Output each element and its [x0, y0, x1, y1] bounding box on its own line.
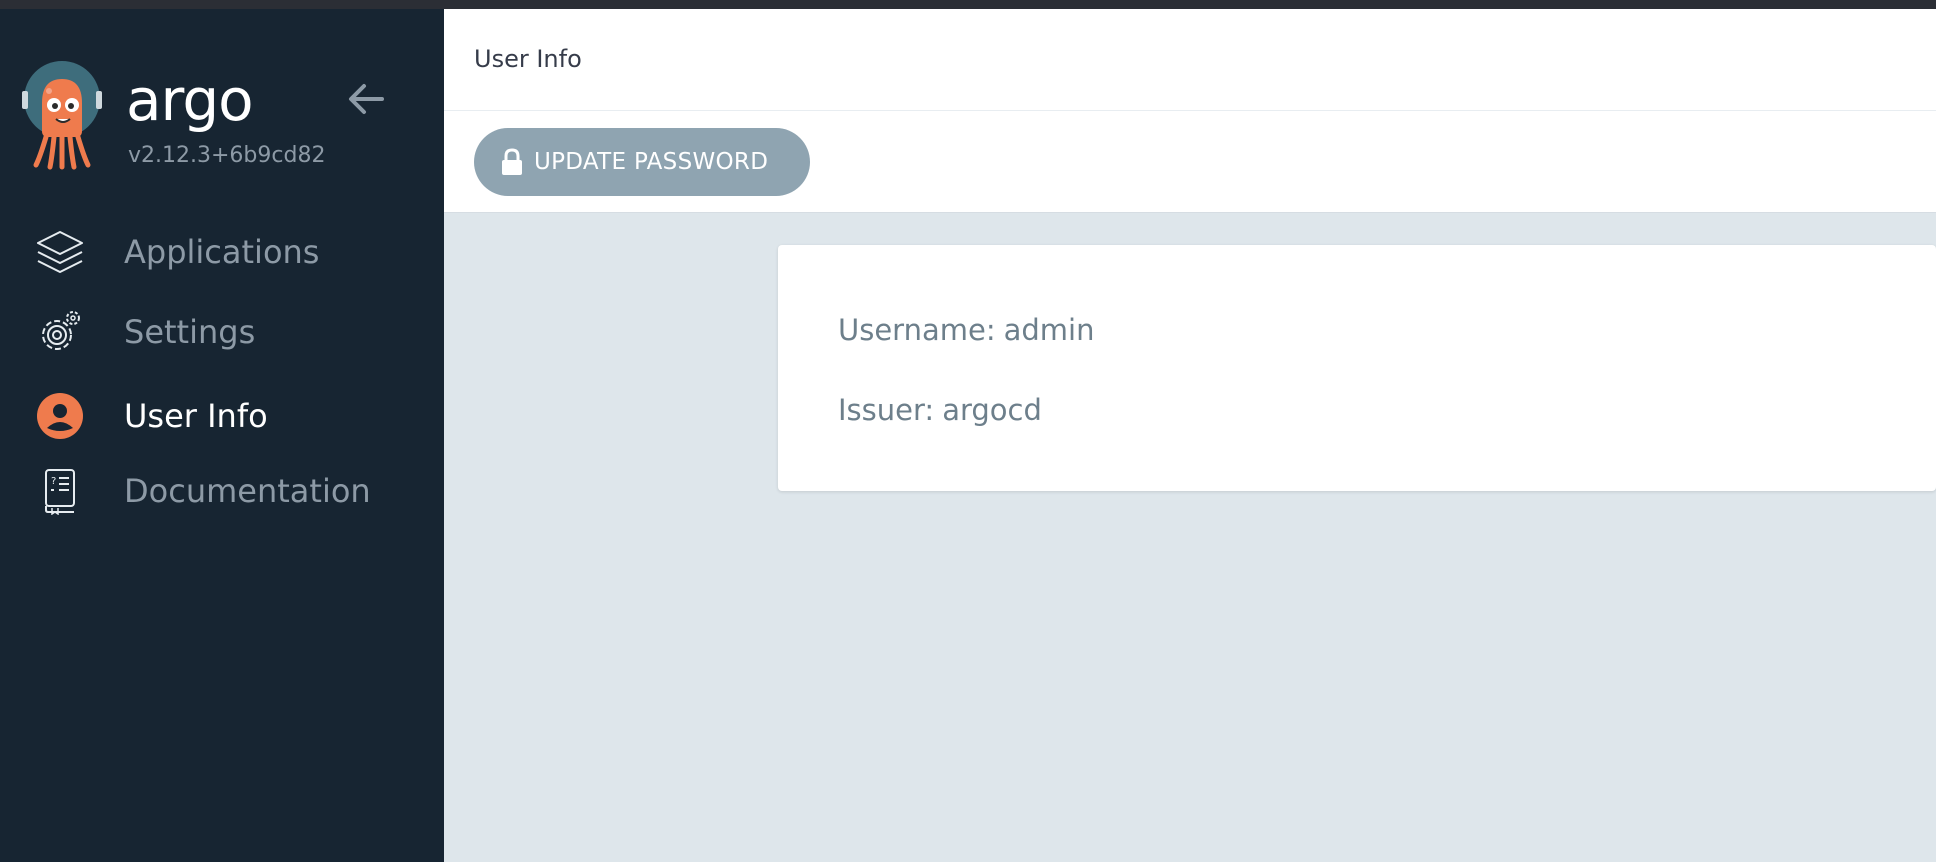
page-header: User Info [444, 9, 1936, 111]
user-icon [34, 390, 86, 442]
window-top-strip [0, 0, 1936, 9]
username-label: Username: [838, 313, 996, 347]
svg-text:?: ? [51, 476, 56, 487]
sidebar-item-documentation[interactable]: ? Documentation [0, 460, 444, 522]
collapse-sidebar-button[interactable] [340, 73, 392, 125]
toolbar: UPDATE PASSWORD [444, 111, 1936, 213]
username-value: admin [1003, 313, 1095, 347]
issuer-row: Issuer: argocd [838, 393, 1042, 427]
issuer-label: Issuer: [838, 393, 935, 427]
user-info-card: Username: admin Issuer: argocd [778, 245, 1936, 491]
arrow-left-icon [349, 84, 384, 114]
sidebar-item-settings[interactable]: Settings [0, 301, 444, 363]
app-version: v2.12.3+6b9cd82 [128, 143, 326, 168]
gear-icon [34, 306, 86, 358]
update-password-button[interactable]: UPDATE PASSWORD [474, 128, 810, 196]
sidebar-item-label: Applications [124, 233, 320, 271]
sidebar-item-applications[interactable]: Applications [0, 221, 444, 283]
layers-icon [34, 226, 86, 278]
sidebar: argo v2.12.3+6b9cd82 Applications Settin… [0, 9, 444, 862]
update-password-label: UPDATE PASSWORD [534, 149, 769, 175]
lock-icon [502, 148, 522, 175]
sidebar-item-user-info[interactable]: User Info [0, 385, 444, 447]
sidebar-item-label: User Info [124, 397, 268, 435]
username-row: Username: admin [838, 313, 1094, 347]
issuer-value: argocd [942, 393, 1042, 427]
sidebar-item-label: Documentation [124, 472, 371, 510]
argo-logo [22, 61, 102, 171]
book-icon: ? [34, 465, 86, 517]
page-title: User Info [474, 45, 582, 73]
brand-name: argo [126, 66, 254, 134]
main-content: User Info UPDATE PASSWORD Username: admin… [444, 9, 1936, 862]
sidebar-item-label: Settings [124, 313, 256, 351]
